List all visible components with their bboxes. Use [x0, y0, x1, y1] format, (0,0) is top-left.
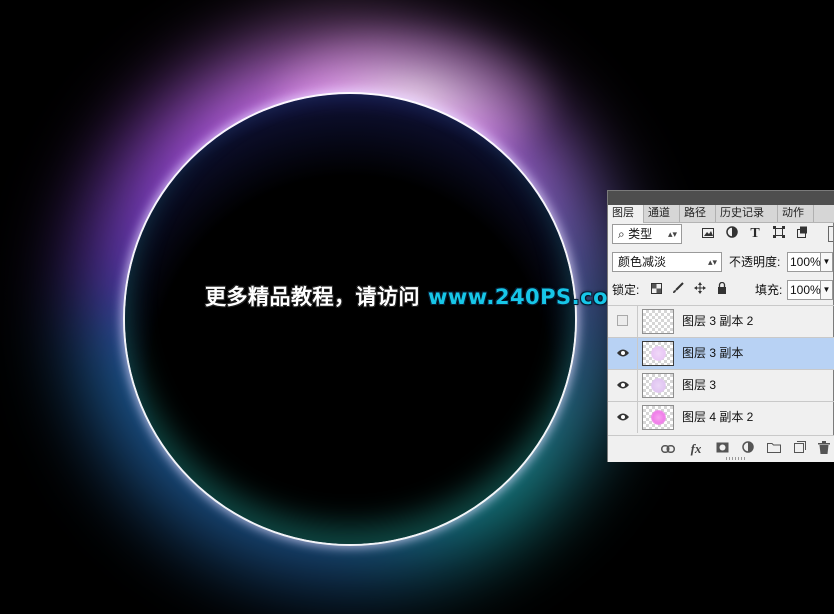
opacity-dropdown-button[interactable]: ▼ [821, 252, 833, 272]
panel-tabs: 图层 通道 路径 历史记录 动作 [608, 205, 834, 223]
tab-history[interactable]: 历史记录 [716, 205, 778, 222]
type-filter-icon[interactable]: T [747, 226, 763, 242]
delete-layer-icon[interactable] [816, 441, 832, 457]
fill-input[interactable]: 100% [787, 280, 821, 300]
layer-row[interactable]: 图层 3 [608, 369, 834, 401]
watermark-url: www.240PS.com [428, 285, 631, 309]
eye-icon [617, 349, 629, 357]
thumbnail-glow [651, 346, 666, 361]
visibility-toggle[interactable] [608, 402, 638, 433]
layer-thumbnail [642, 373, 674, 398]
eye-icon [617, 381, 629, 389]
updown-arrow-icon: ▴▾ [667, 229, 677, 239]
fx-icon[interactable]: fx [688, 441, 704, 457]
filter-toggle-switch[interactable] [828, 226, 833, 242]
blend-mode-value: 颜色减淡 [618, 255, 667, 269]
visibility-toggle[interactable] [608, 338, 638, 369]
layer-row[interactable]: 图层 4 副本 2 [608, 401, 834, 433]
tab-paths[interactable]: 路径 [680, 205, 716, 222]
layer-name[interactable]: 图层 3 副本 2 [682, 306, 753, 337]
lock-transparent-pixels-icon[interactable] [648, 282, 664, 298]
image-filter-icon[interactable] [700, 226, 716, 242]
layers-bottom-toolbar: fx [608, 435, 834, 462]
layer-name[interactable]: 图层 3 [682, 370, 716, 401]
adjustment-filter-icon[interactable] [724, 226, 740, 242]
layer-name[interactable]: 图层 4 副本 2 [682, 402, 753, 433]
opacity-input[interactable]: 100% [787, 252, 821, 272]
layer-row-selected[interactable]: 图层 3 副本 [608, 337, 834, 369]
panel-header-strip[interactable] [608, 191, 834, 205]
layer-thumbnail [642, 341, 674, 366]
tab-actions[interactable]: 动作 [778, 205, 814, 222]
fill-label: 填充: [755, 283, 783, 297]
layer-name[interactable]: 图层 3 副本 [682, 338, 743, 369]
link-layers-icon[interactable] [660, 441, 676, 457]
adjustment-layer-icon[interactable] [740, 441, 756, 457]
tab-channels[interactable]: 通道 [644, 205, 680, 222]
watermark: 更多精品教程，请访问 www.240PS.com [205, 281, 630, 311]
lock-all-icon[interactable] [714, 281, 730, 298]
layer-thumbnail [642, 309, 674, 334]
watermark-text: 更多精品教程，请访问 [205, 285, 420, 309]
thumbnail-glow [651, 378, 666, 393]
new-layer-icon[interactable] [792, 441, 808, 457]
visibility-toggle[interactable] [608, 306, 638, 337]
opacity-label: 不透明度: [729, 255, 781, 269]
filter-kind-label: 类型 [628, 227, 653, 241]
lock-image-pixels-icon[interactable] [670, 282, 686, 298]
eye-icon [617, 413, 629, 421]
search-icon: ⌕ [618, 227, 625, 241]
add-mask-icon[interactable] [714, 441, 730, 457]
lock-label: 锁定: [612, 283, 640, 297]
fill-dropdown-button[interactable]: ▼ [821, 280, 833, 300]
smart-object-filter-icon[interactable] [794, 226, 810, 242]
shape-filter-icon[interactable] [771, 226, 787, 242]
blend-mode-select[interactable]: 颜色减淡 ▴▾ [612, 252, 722, 272]
layer-thumbnail [642, 405, 674, 430]
teal-rim-light [125, 94, 575, 544]
layer-row[interactable]: 图层 3 副本 2 [608, 305, 834, 337]
tab-layers[interactable]: 图层 [608, 205, 644, 223]
lock-position-icon[interactable] [692, 282, 708, 298]
visibility-toggle[interactable] [608, 370, 638, 401]
panel-resize-grip[interactable] [726, 457, 746, 460]
hidden-visibility-icon [617, 315, 628, 326]
thumbnail-glow [651, 410, 666, 425]
new-group-icon[interactable] [766, 441, 782, 457]
updown-arrow-icon: ▴▾ [707, 257, 717, 267]
layer-filter-select[interactable]: ⌕ 类型 ▴▾ [612, 224, 682, 244]
layers-panel: 图层 通道 路径 历史记录 动作 ⌕ 类型 ▴▾ T 颜色减淡 ▴▾ 不透明度:… [607, 190, 834, 462]
